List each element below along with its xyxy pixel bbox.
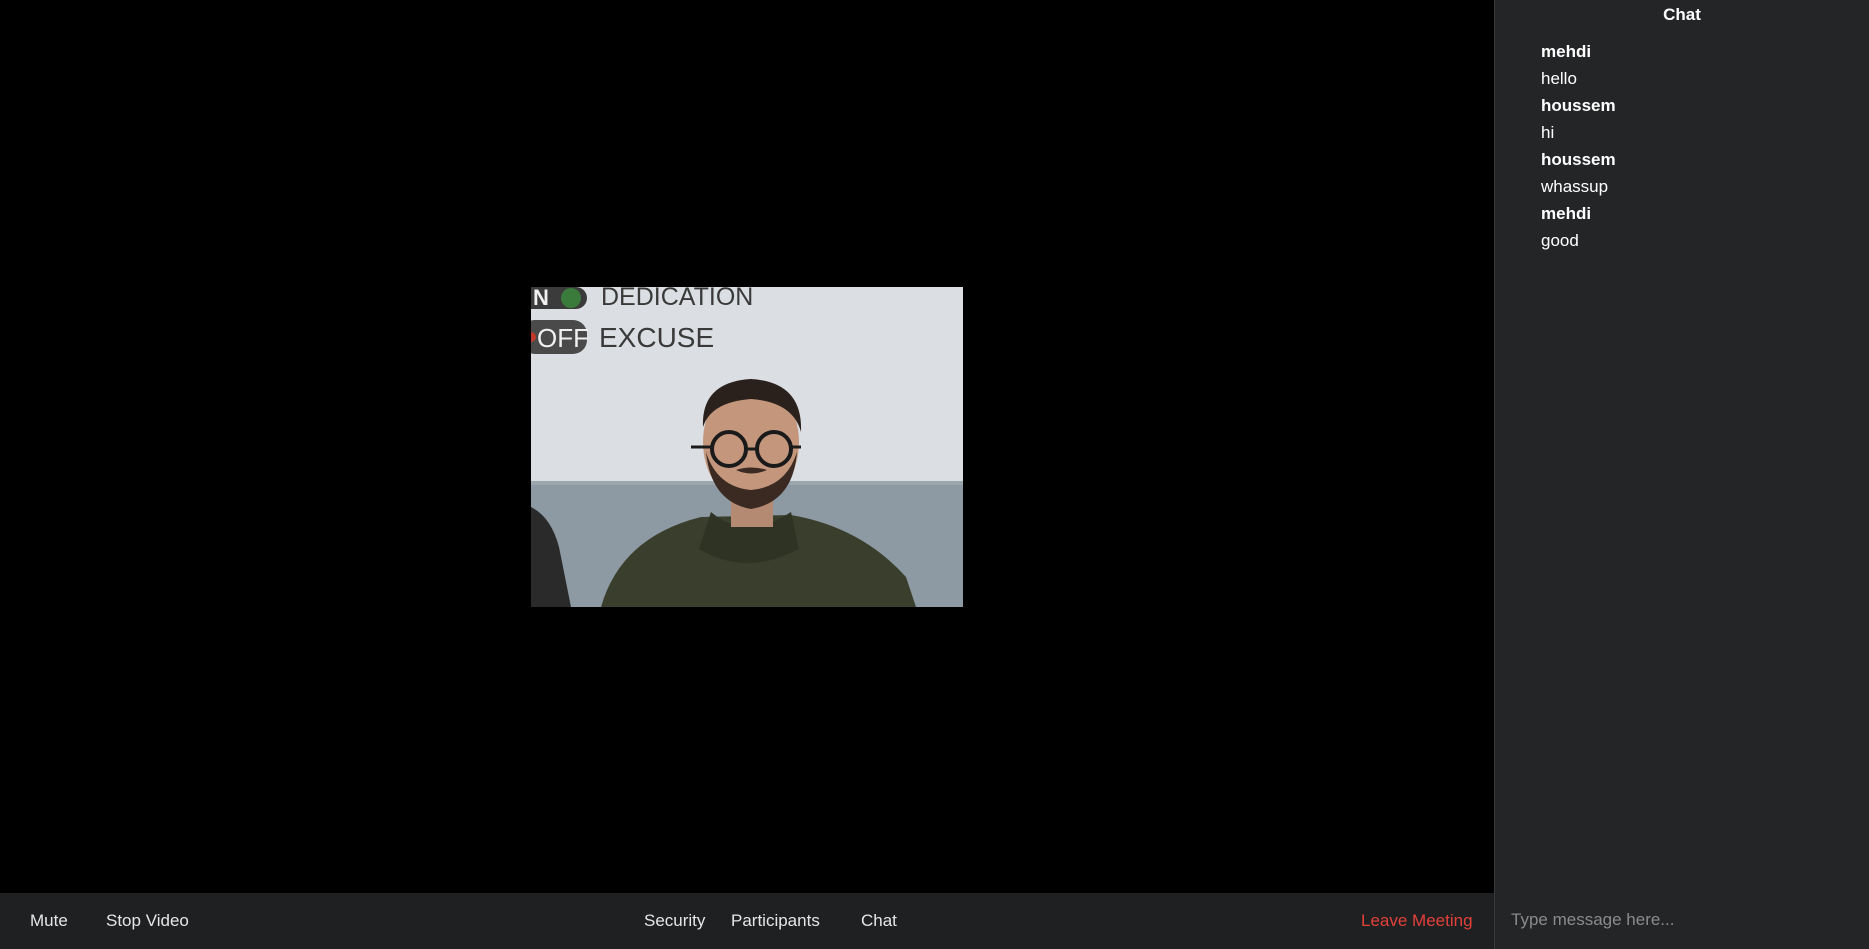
- participant-video-tile[interactable]: N OFF DEDICATION EXCUSE: [531, 287, 963, 607]
- message-sender: houssem: [1541, 150, 1616, 169]
- poster-switch-on: N: [533, 287, 549, 310]
- message-sender: mehdi: [1541, 42, 1592, 61]
- stop-video-button[interactable]: Stop Video: [106, 893, 189, 949]
- leave-meeting-button[interactable]: Leave Meeting: [1361, 893, 1473, 949]
- chat-message-input[interactable]: [1511, 905, 1851, 935]
- chat-message: mehdi hello: [1541, 38, 1841, 92]
- message-text: hi: [1541, 123, 1555, 142]
- chat-message: houssem whassup: [1541, 146, 1841, 200]
- webcam-feed-image: N OFF DEDICATION EXCUSE: [531, 287, 963, 607]
- chat-panel: Chat mehdi hello houssem hi houssem whas…: [1494, 0, 1869, 949]
- chat-message-list: mehdi hello houssem hi houssem whassup m…: [1541, 38, 1841, 254]
- security-button[interactable]: Security: [644, 893, 705, 949]
- message-text: good: [1541, 231, 1579, 250]
- message-text: hello: [1541, 69, 1577, 88]
- chat-button[interactable]: Chat: [861, 893, 897, 949]
- meeting-main: N OFF DEDICATION EXCUSE Mute Stop Video …: [0, 0, 1494, 949]
- chat-message: mehdi good: [1541, 200, 1841, 254]
- message-text: whassup: [1541, 177, 1609, 196]
- mute-button[interactable]: Mute: [30, 893, 68, 949]
- poster-switch-off: OFF: [537, 323, 589, 353]
- chat-input-area: [1495, 893, 1869, 949]
- message-sender: houssem: [1541, 96, 1616, 115]
- poster-dedication: DEDICATION: [601, 287, 753, 311]
- participants-button[interactable]: Participants: [731, 893, 820, 949]
- video-stage: N OFF DEDICATION EXCUSE: [0, 0, 1494, 893]
- chat-message: houssem hi: [1541, 92, 1841, 146]
- meeting-toolbar: Mute Stop Video Security Participants Ch…: [0, 893, 1494, 949]
- meeting-app: N OFF DEDICATION EXCUSE Mute Stop Video …: [0, 0, 1869, 949]
- chat-title: Chat: [1663, 5, 1701, 24]
- poster-excuse: EXCUSE: [599, 322, 714, 353]
- message-sender: mehdi: [1541, 204, 1592, 223]
